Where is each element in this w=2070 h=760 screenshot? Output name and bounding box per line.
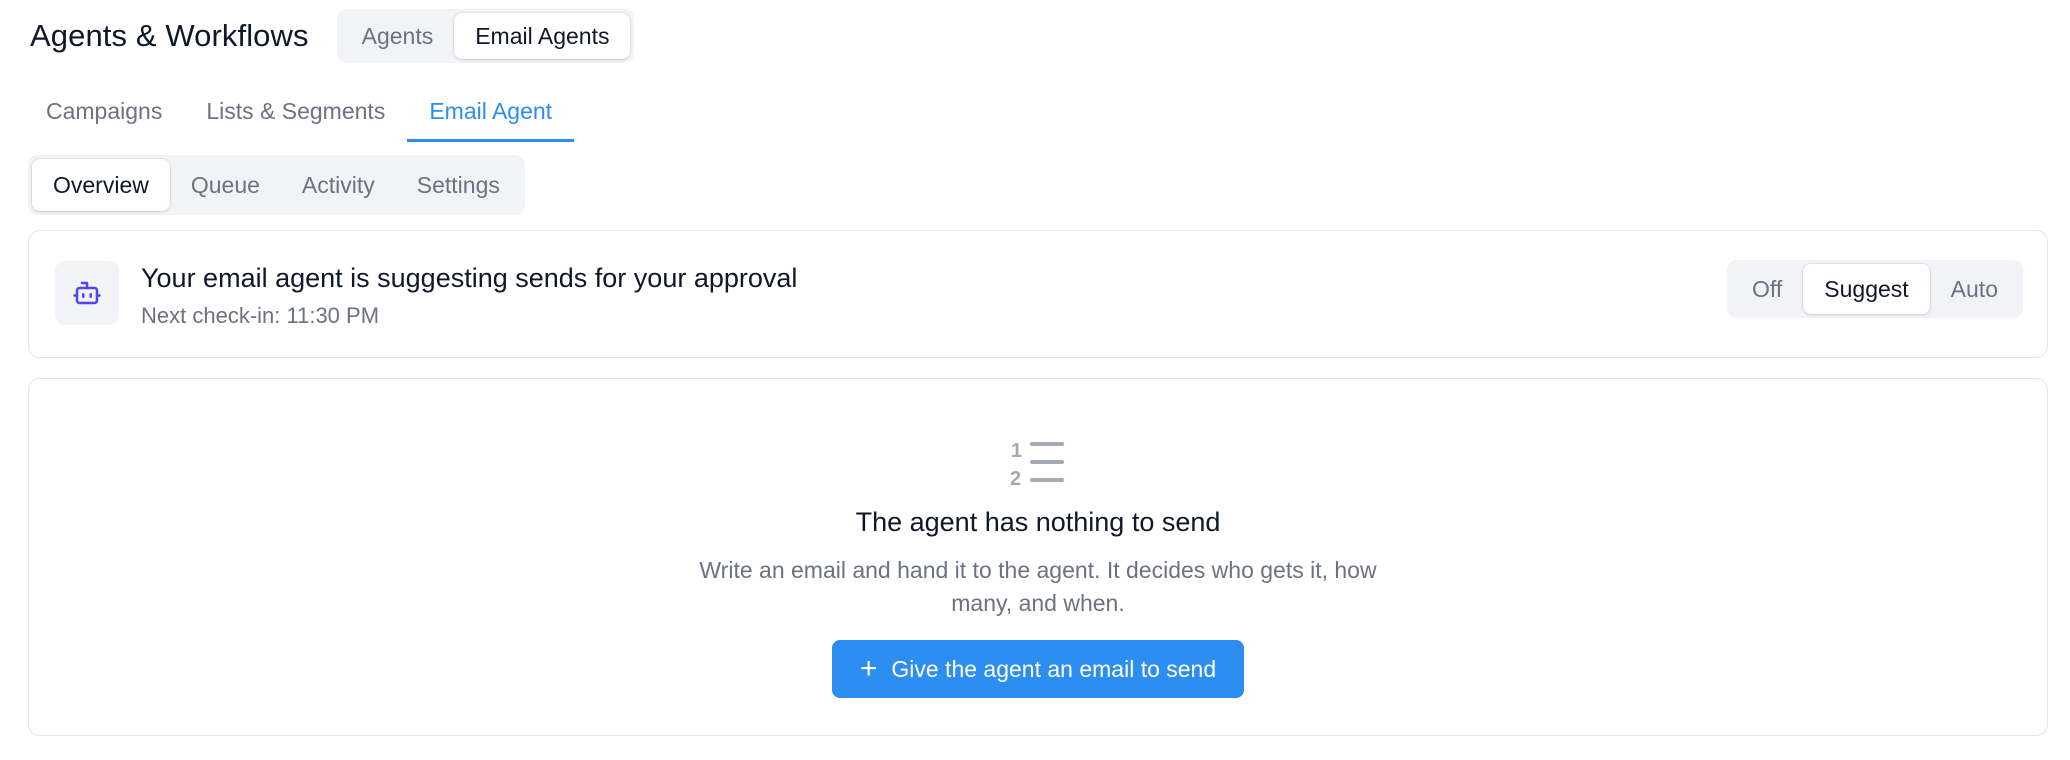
- switch-agents[interactable]: Agents: [341, 13, 455, 59]
- robot-icon: [73, 281, 101, 305]
- subtab-overview[interactable]: Overview: [32, 159, 170, 211]
- mode-suggest[interactable]: Suggest: [1803, 264, 1930, 314]
- agent-status-card: Your email agent is suggesting sends for…: [28, 230, 2048, 358]
- give-email-button[interactable]: + Give the agent an email to send: [831, 640, 1245, 698]
- mode-auto[interactable]: Auto: [1930, 264, 2019, 314]
- robot-icon-box: [55, 261, 119, 325]
- svg-text:2: 2: [1010, 468, 1021, 489]
- tab-campaigns[interactable]: Campaigns: [24, 82, 184, 140]
- empty-state-card: 1 2 The agent has nothing to send Write …: [28, 378, 2048, 736]
- switch-email-agents[interactable]: Email Agents: [454, 13, 631, 59]
- subtab-activity[interactable]: Activity: [281, 159, 396, 211]
- agent-type-switch: Agents Email Agents: [336, 9, 635, 63]
- tab-email-agent[interactable]: Email Agent: [407, 82, 574, 142]
- svg-text:1: 1: [1011, 440, 1022, 462]
- give-email-button-label: Give the agent an email to send: [891, 655, 1217, 682]
- plus-icon: +: [859, 652, 878, 685]
- next-checkin-text: Next check-in: 11:30 PM: [141, 303, 380, 328]
- mode-off[interactable]: Off: [1731, 264, 1803, 314]
- sub-tabs: Overview Queue Activity Settings: [28, 155, 525, 215]
- empty-state: 1 2 The agent has nothing to send Write …: [29, 435, 2047, 698]
- main-tabs: Campaigns Lists & Segments Email Agent: [24, 82, 574, 142]
- empty-state-description: Write an email and hand it to the agent.…: [699, 557, 1377, 616]
- subtab-queue[interactable]: Queue: [170, 159, 281, 211]
- page-title: Agents & Workflows: [30, 18, 309, 53]
- subtab-settings[interactable]: Settings: [396, 159, 521, 211]
- agent-mode-switch: Off Suggest Auto: [1727, 260, 2023, 318]
- status-title: Your email agent is suggesting sends for…: [141, 263, 798, 293]
- page-header: Agents & Workflows Agents Email Agents: [30, 9, 635, 63]
- empty-state-title: The agent has nothing to send: [855, 507, 1221, 537]
- tab-lists-segments[interactable]: Lists & Segments: [184, 82, 407, 140]
- numbered-list-icon: 1 2: [1010, 440, 1064, 489]
